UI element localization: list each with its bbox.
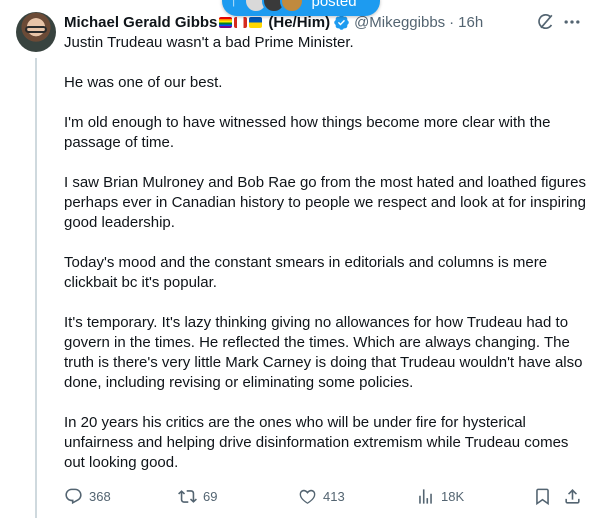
avatar[interactable] [16,12,56,52]
post-paragraph: Justin Trudeau wasn't a bad Prime Minist… [64,34,354,51]
author-pronouns: (He/Him) [268,13,331,31]
ukraine-flag-emoji [249,16,263,28]
share-icon [565,488,580,504]
views-count: 18K [441,488,465,504]
verified-badge-icon[interactable] [333,14,350,31]
header-separator: · [449,13,455,31]
poster-avatar [279,0,304,13]
more-options-icon[interactable] [562,12,582,32]
repost-button[interactable]: 69 [178,487,217,506]
repost-count: 69 [203,488,218,504]
repost-icon [178,489,197,503]
canada-flag-emoji [234,16,248,28]
heart-icon [299,489,316,504]
grok-icon[interactable] [536,12,556,32]
thread-line [35,58,37,518]
post-text: Justin Trudeau wasn't a bad Prime Minist… [64,33,586,493]
post-paragraph: In 20 years his critics are the ones who… [64,414,569,471]
post-time[interactable]: 16h [458,14,483,31]
views-chart-icon [419,488,432,504]
post-paragraph: He was one of our best. [64,74,223,91]
reply-icon [65,488,82,504]
share-button[interactable] [563,487,588,506]
post-paragraph: I'm old enough to have witnessed how thi… [64,114,551,151]
reply-button[interactable]: 368 [64,487,111,506]
post-paragraph: I saw Brian Mulroney and Bob Rae go from… [64,174,586,231]
reply-count: 368 [89,488,111,504]
bookmark-icon [536,488,549,505]
bookmark-button[interactable] [533,487,558,506]
author-name[interactable]: Michael Gerald Gibbs [64,14,217,31]
avatar-glasses [25,26,47,33]
action-bar: 368 69 413 18K [64,484,584,508]
poster-avatars [243,0,304,13]
like-count: 413 [323,488,345,504]
views-button[interactable]: 18K [416,487,464,506]
post-paragraph: It's temporary. It's lazy thinking givin… [64,314,583,391]
like-button[interactable]: 413 [298,487,345,506]
author-handle[interactable]: @Mikeggibbs [354,14,445,31]
new-posts-pill[interactable]: ↑ posted [222,0,380,16]
new-posts-label: posted [311,0,357,10]
rainbow-flag-emoji [219,16,233,28]
post-paragraph: Today's mood and the constant smears in … [64,254,548,291]
arrow-up-icon: ↑ [230,0,238,10]
